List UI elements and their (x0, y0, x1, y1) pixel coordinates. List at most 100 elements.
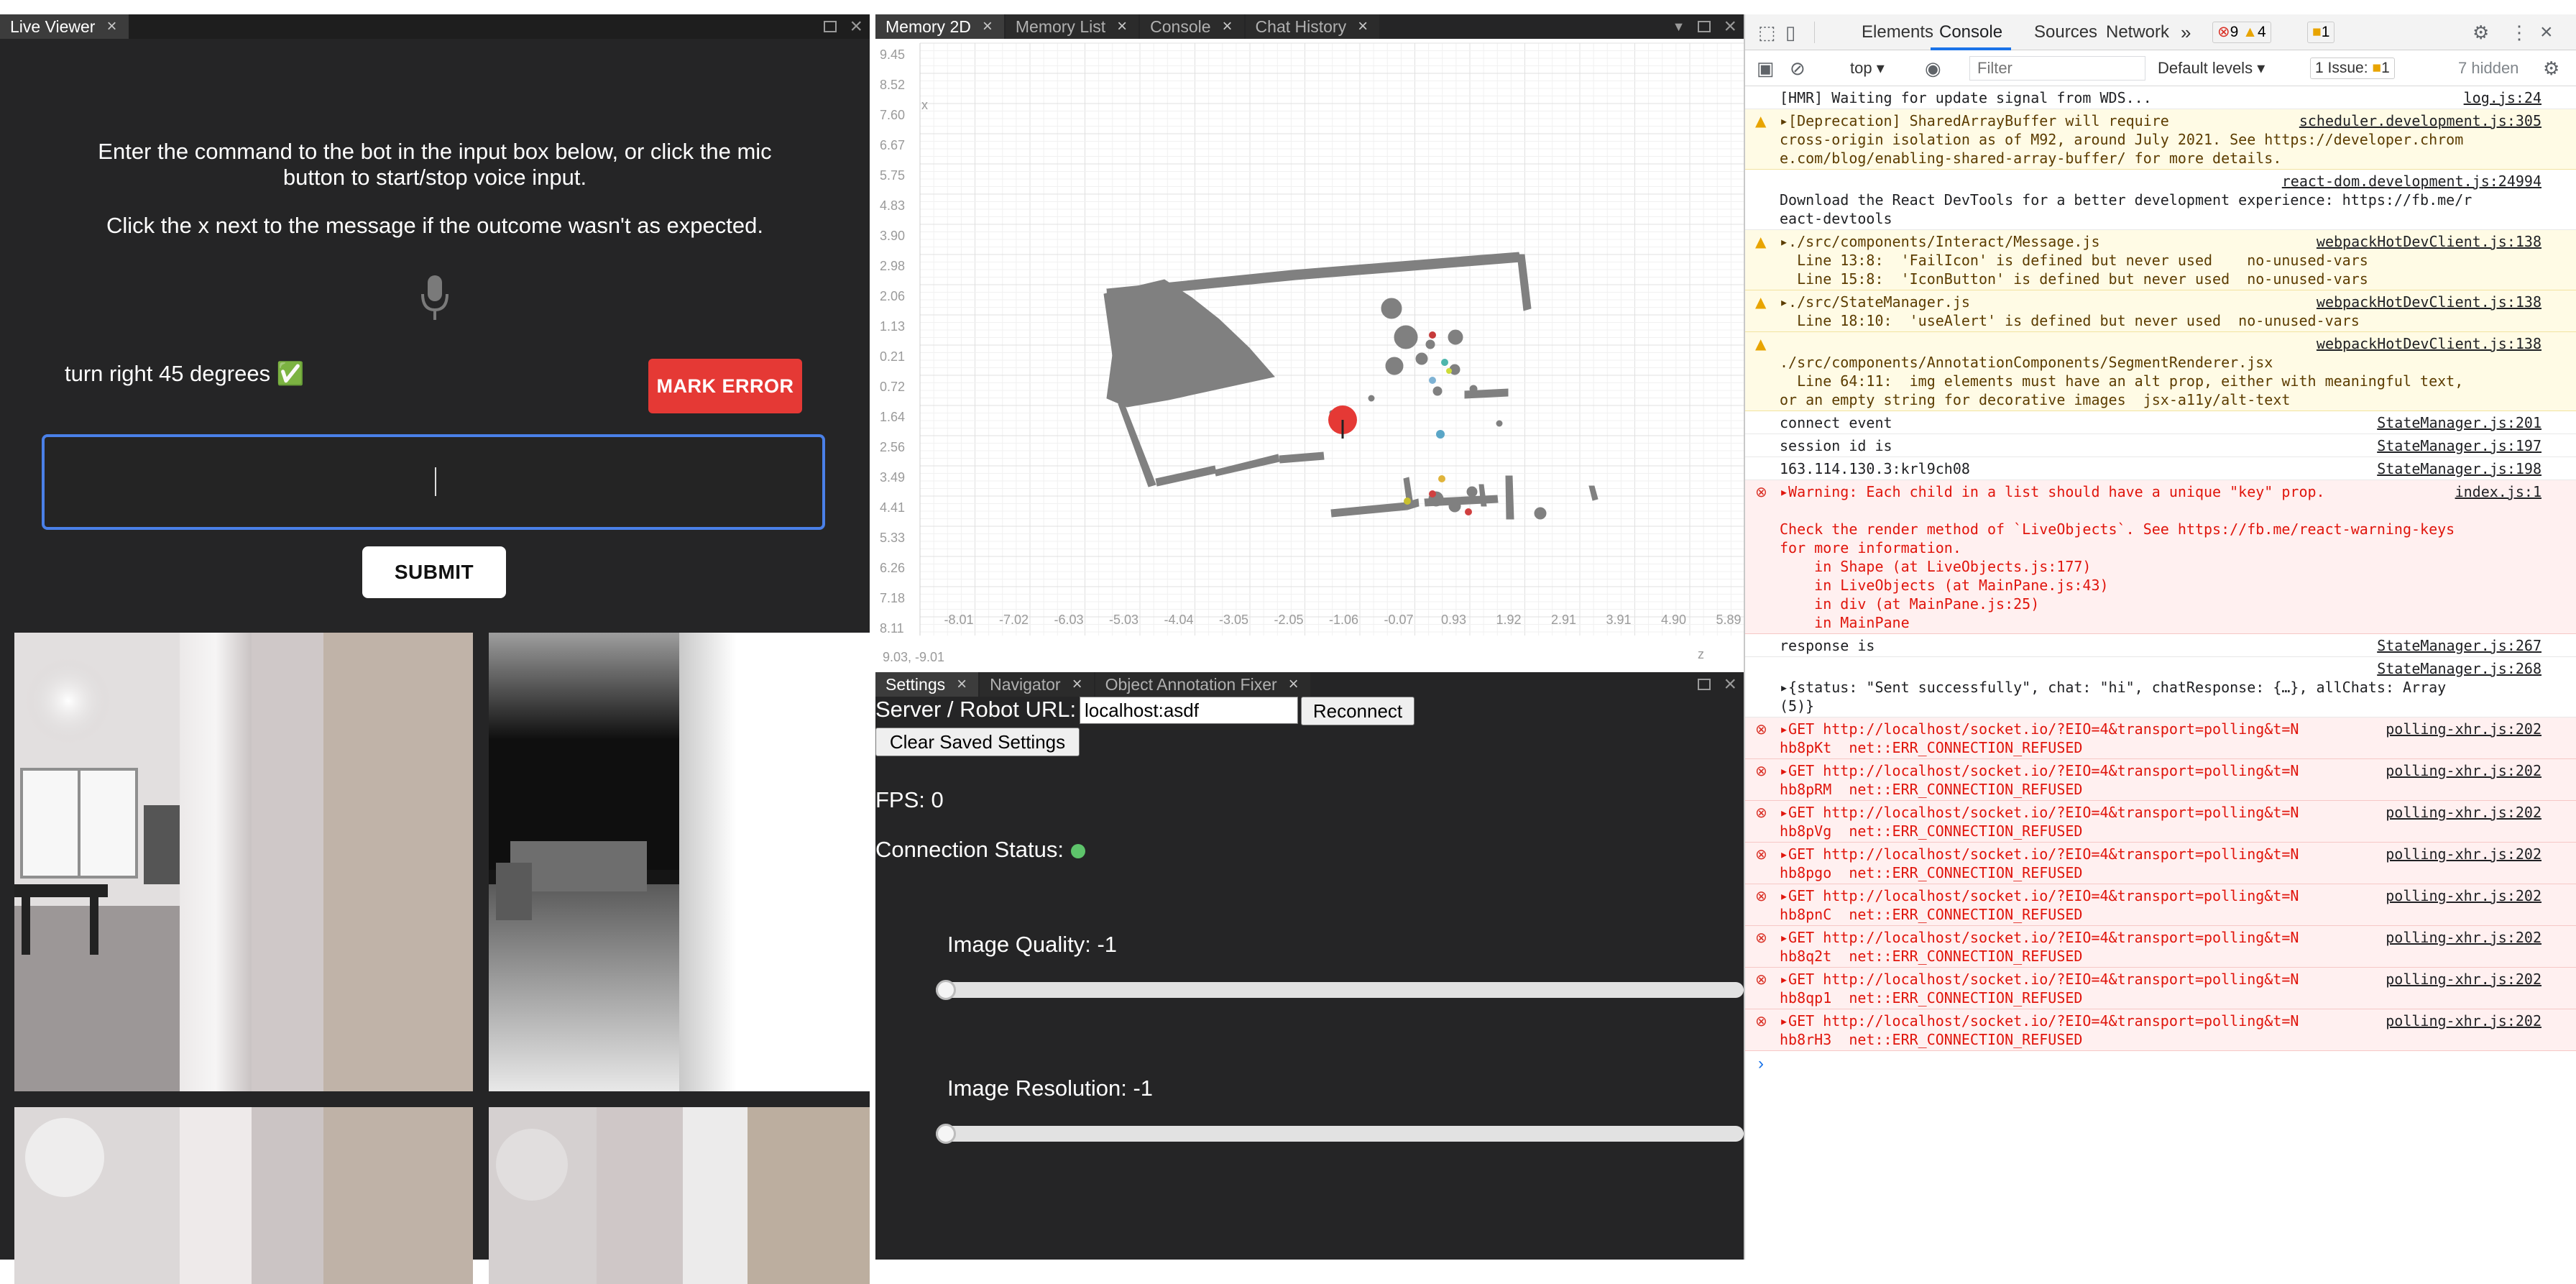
console-source-link[interactable]: StateManager.js:197 (2377, 436, 2542, 455)
tab-sources[interactable]: Sources (2034, 14, 2097, 50)
console-source-link[interactable]: StateManager.js:267 (2377, 636, 2542, 655)
console-source-link[interactable]: polling-xhr.js:202 (2386, 1012, 2542, 1030)
console-log-row[interactable]: ▸{status: "Sent successfully", chat: "hi… (1745, 657, 2576, 717)
console-warning-row[interactable]: ▲ ▸./src/StateManager.js Line 18:10: 'use… (1745, 290, 2576, 332)
close-icon[interactable]: × (2540, 14, 2553, 50)
reconnect-button[interactable]: Reconnect (1301, 697, 1414, 725)
console-source-link[interactable]: polling-xhr.js:202 (2386, 720, 2542, 738)
tab-network[interactable]: Network (2106, 14, 2169, 50)
slider-thumb[interactable] (936, 1124, 956, 1144)
close-icon[interactable]: × (1724, 672, 1736, 697)
kebab-menu-icon[interactable]: ⋮ (2510, 14, 2529, 50)
memory-2d-plot[interactable]: 9.45 8.52 7.60 6.67 5.75 4.83 3.90 2.98 2.06 1.13… (875, 39, 1958, 664)
maximize-icon[interactable] (824, 21, 837, 32)
console-source-link[interactable]: polling-xhr.js:202 (2386, 928, 2542, 947)
mark-error-button[interactable]: MARK ERROR (648, 359, 802, 413)
console-warning-row[interactable]: ▲ ▸./src/components/Interact/Message.js L… (1745, 230, 2576, 290)
console-error-row[interactable]: ⊗ ▸GET http://localhost/socket.io/?EIO=4&… (1745, 801, 2576, 843)
console-error-row[interactable]: ⊗ ▸GET http://localhost/socket.io/?EIO=4&… (1745, 843, 2576, 884)
console-log-row[interactable]: Download the React DevTools for a better… (1745, 170, 2576, 230)
inspect-icon[interactable]: ⬚ (1758, 14, 1776, 50)
console-error-row[interactable]: ⊗ ▸GET http://localhost/socket.io/?EIO=4&… (1745, 968, 2576, 1009)
console-prompt[interactable]: › (1758, 1054, 1764, 1074)
console-source-link[interactable]: polling-xhr.js:202 (2386, 761, 2542, 780)
issues-counter[interactable]: ■1 (2307, 22, 2335, 43)
sidebar-icon[interactable]: ▣ (1757, 50, 1775, 86)
console-source-link[interactable]: polling-xhr.js:202 (2386, 970, 2542, 989)
close-icon[interactable]: × (1223, 17, 1233, 37)
memory-map-chart[interactable]: 9.45 8.52 7.60 6.67 5.75 4.83 3.90 2.98 2.06 1.13… (875, 39, 1958, 664)
gear-icon[interactable]: ⚙ (2543, 50, 2559, 86)
y-tick-label: 2.06 (880, 289, 905, 303)
device-toolbar-icon[interactable]: ▯ (1785, 14, 1795, 50)
close-icon[interactable]: × (983, 17, 993, 37)
console-log-row[interactable]: connect event StateManager.js:201 (1745, 411, 2576, 434)
tab-console[interactable]: Console (1931, 14, 2012, 50)
console-source-link[interactable]: log.js:24 (2464, 88, 2542, 107)
coordinate-readout: 9.03, -9.01 (883, 650, 944, 664)
clear-console-icon[interactable]: ⊘ (1790, 50, 1806, 86)
tab-object-annotation-fixer[interactable]: Object Annotation Fixer × (1095, 672, 1310, 697)
console-source-link[interactable]: StateManager.js:268 (2377, 659, 2542, 678)
close-icon[interactable]: × (1358, 17, 1368, 37)
console-source-link[interactable]: webpackHotDevClient.js:138 (2317, 232, 2542, 251)
console-warning-row[interactable]: ▲ ./src/components/AnnotationComponents/… (1745, 332, 2576, 411)
slider-thumb[interactable] (936, 980, 956, 1000)
console-error-row[interactable]: ⊗ ▸GET http://localhost/socket.io/?EIO=4&… (1745, 759, 2576, 801)
log-levels-dropdown[interactable]: Default levels ▾ (2158, 50, 2265, 86)
console-source-link[interactable]: webpackHotDevClient.js:138 (2317, 293, 2542, 311)
tab-memory-list[interactable]: Memory List × (1005, 14, 1139, 39)
console-source-link[interactable]: react-dom.development.js:24994 (2282, 172, 2542, 191)
console-source-link[interactable]: polling-xhr.js:202 (2386, 845, 2542, 863)
mic-icon[interactable] (419, 272, 451, 323)
console-source-link[interactable]: polling-xhr.js:202 (2386, 886, 2542, 905)
console-source-link[interactable]: StateManager.js:201 (2377, 413, 2542, 432)
image-resolution-slider[interactable] (936, 1124, 1744, 1144)
command-input[interactable] (42, 434, 825, 530)
console-error-row[interactable]: ⊗ ▸GET http://localhost/socket.io/?EIO=4&… (1745, 717, 2576, 759)
filter-input[interactable] (1969, 56, 2145, 81)
tab-navigator[interactable]: Navigator × (980, 672, 1094, 697)
tab-chat-history[interactable]: Chat History × (1245, 14, 1380, 39)
submit-button[interactable]: SUBMIT (362, 546, 506, 598)
console-log-row[interactable]: 163.114.130.3:krl9ch08 StateManager.js:19… (1745, 457, 2576, 480)
error-warning-counter[interactable]: ⊗9 ▲4 (2212, 22, 2271, 43)
server-url-input[interactable] (1080, 697, 1298, 724)
console-warning-row[interactable]: ▲ ▸[Deprecation] SharedArrayBuffer will r… (1745, 109, 2576, 170)
close-icon[interactable]: × (850, 14, 862, 39)
gear-icon[interactable]: ⚙ (2472, 14, 2489, 50)
clear-saved-settings-button[interactable]: Clear Saved Settings (875, 728, 1080, 756)
console-error-row[interactable]: ⊗ ▸GET http://localhost/socket.io/?EIO=4&… (1745, 884, 2576, 926)
console-source-link[interactable]: scheduler.development.js:305 (2299, 111, 2542, 130)
maximize-icon[interactable] (1698, 21, 1711, 32)
tab-live-viewer[interactable]: Live Viewer × (0, 14, 129, 39)
console-error-row[interactable]: ⊗ ▸Warning: Each child in a list should h… (1745, 480, 2576, 634)
tab-elements[interactable]: Elements (1862, 14, 1933, 50)
tab-console[interactable]: Console × (1140, 14, 1244, 39)
tab-memory-2d[interactable]: Memory 2D × (875, 14, 1004, 39)
maximize-icon[interactable] (1698, 679, 1711, 690)
console-source-link[interactable]: webpackHotDevClient.js:138 (2317, 334, 2542, 353)
context-selector[interactable]: top ▾ (1850, 50, 1885, 86)
console-error-row[interactable]: ⊗ ▸GET http://localhost/socket.io/?EIO=4&… (1745, 926, 2576, 968)
console-log-row[interactable]: response is StateManager.js:267 (1745, 634, 2576, 657)
image-quality-slider[interactable] (936, 980, 1744, 1000)
issues-button[interactable]: 1 Issue: ■1 (2310, 58, 2395, 79)
more-tabs-button[interactable]: » (2181, 14, 2191, 50)
tab-settings[interactable]: Settings × (875, 672, 979, 697)
console-source-link[interactable]: StateManager.js:198 (2377, 459, 2542, 478)
chevron-down-icon[interactable]: ▼ (1673, 19, 1685, 35)
console-log-row[interactable]: [HMR] Waiting for update signal from WDS… (1745, 86, 2576, 109)
console-log-row[interactable]: session id is StateManager.js:197 (1745, 434, 2576, 457)
close-icon[interactable]: × (1289, 674, 1299, 694)
console-source-link[interactable]: index.js:1 (2455, 482, 2542, 501)
close-icon[interactable]: × (106, 17, 116, 37)
close-icon[interactable]: × (1072, 674, 1082, 694)
connection-status-label: Connection Status: (875, 837, 1064, 862)
console-error-row[interactable]: ⊗ ▸GET http://localhost/socket.io/?EIO=4&… (1745, 1009, 2576, 1051)
close-icon[interactable]: × (1117, 17, 1127, 37)
console-source-link[interactable]: polling-xhr.js:202 (2386, 803, 2542, 822)
close-icon[interactable]: × (1724, 14, 1736, 39)
eye-icon[interactable]: ◉ (1925, 50, 1941, 86)
close-icon[interactable]: × (957, 674, 967, 694)
